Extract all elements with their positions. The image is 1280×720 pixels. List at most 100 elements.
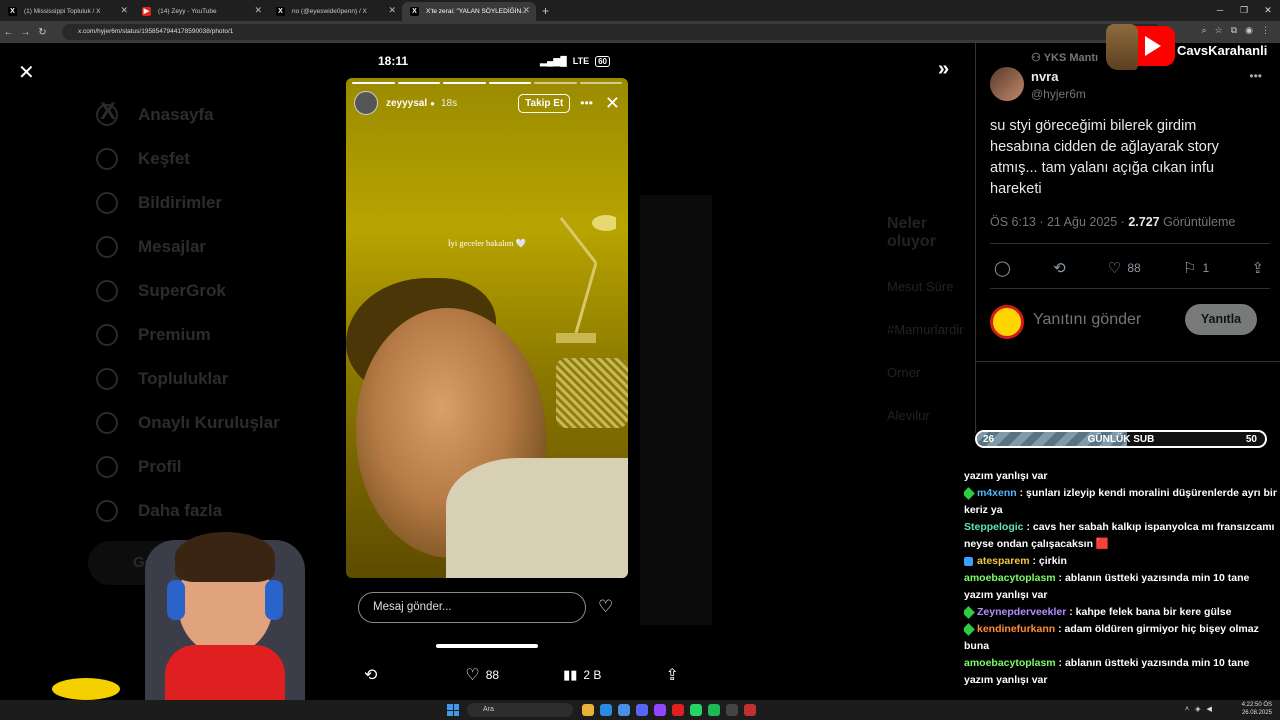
sub-goal-target: 50 — [1245, 434, 1257, 445]
nav-item[interactable]: Profil — [96, 445, 280, 489]
discord-icon[interactable] — [636, 704, 648, 716]
browser-tab[interactable]: X no (@eyeswide0penn) / X ✕ — [268, 2, 402, 21]
story-caption: İyi geceler bakalım 🤍 — [447, 238, 527, 248]
chat-username: Zeynepderveekler — [977, 606, 1067, 618]
reply-input[interactable]: Yanıtını gönder — [1033, 311, 1141, 329]
network-label: LTE — [572, 56, 590, 66]
follow-button[interactable]: Takip Et — [518, 93, 571, 113]
chevron-up-icon[interactable]: ˄ — [1185, 702, 1189, 718]
nav-item[interactable]: Anasayfa — [96, 93, 280, 137]
nav-item[interactable]: Bildirimler — [96, 181, 280, 225]
progress-segment — [352, 82, 395, 84]
view-count: 2.727 — [1128, 215, 1160, 229]
tab-title: no (@eyeswide0penn) / X — [292, 8, 367, 15]
nav-item[interactable]: SuperGrok — [96, 269, 280, 313]
app-icon[interactable] — [744, 704, 756, 716]
chat-message: m4xenn : şunları izleyip kendi moralini … — [964, 485, 1280, 519]
sub-goal-bar: 26 GÜNLÜK SUB 50 — [975, 430, 1267, 448]
story-username[interactable]: zeyyysal — [386, 98, 427, 109]
media-action-bar: ⟲ ♡ 88 ▮▮ 2 B ⇪ — [346, 660, 736, 690]
close-tab-icon[interactable]: ✕ — [388, 5, 396, 16]
browser-tab[interactable]: ▶ (14) Zeyy - YouTube ✕ — [134, 2, 268, 21]
obs-icon[interactable] — [726, 704, 738, 716]
reply-submit-button[interactable]: Yanıtla — [1185, 304, 1257, 335]
back-icon[interactable]: ← — [0, 27, 17, 38]
whatsapp-icon[interactable] — [690, 704, 702, 716]
heart-icon[interactable]: ♡ — [598, 597, 613, 617]
share-button[interactable]: ⇪ — [665, 665, 678, 685]
avatar[interactable] — [354, 91, 378, 115]
author-name[interactable]: nvra — [1031, 69, 1058, 84]
more-icon[interactable]: ••• — [580, 96, 593, 110]
maximize-icon[interactable]: ❐ — [1232, 0, 1256, 21]
reply-button[interactable]: ◯ — [994, 259, 1011, 277]
story-message-input[interactable]: Mesaj gönder... — [358, 592, 586, 623]
windows-start-icon[interactable] — [447, 704, 459, 716]
new-tab-button[interactable]: + — [542, 4, 549, 18]
expand-panel-icon[interactable]: » — [938, 58, 949, 81]
nav-item[interactable]: Topluluklar — [96, 357, 280, 401]
app-icon[interactable] — [672, 704, 684, 716]
nav-item[interactable]: Keşfet — [96, 137, 280, 181]
tab-title: (1) Mississippi Topluluk / X — [24, 8, 101, 15]
verified-icon: ● — [430, 98, 435, 108]
nav-item[interactable]: Mesajlar — [96, 225, 280, 269]
spotify-icon[interactable] — [708, 704, 720, 716]
mail-icon — [96, 236, 118, 258]
avatar[interactable] — [990, 67, 1024, 101]
tweet-text: su styi göreceğimi bilerek girdim hesabı… — [990, 118, 1219, 197]
close-tab-icon[interactable]: ✕ — [522, 5, 530, 16]
browser-tab-active[interactable]: X X'te zerai: "YALAN SÖYLEDİĞİN... ✕ — [402, 2, 536, 21]
chat-message: atesparem : çirkin — [964, 553, 1280, 570]
photo-shirt — [446, 458, 628, 578]
reply-icon: ◯ — [994, 260, 1011, 277]
signal-icon: ▂▄▆█ — [540, 55, 567, 66]
like-button[interactable]: ♡ 88 — [1108, 259, 1141, 277]
author-handle[interactable]: @hyjer6m — [1031, 87, 1086, 101]
edge-icon[interactable] — [618, 704, 630, 716]
bookmark-button[interactable]: ⚐ 1 — [1183, 259, 1209, 277]
close-window-icon[interactable]: ✕ — [1256, 0, 1280, 21]
file-explorer-icon[interactable] — [582, 704, 594, 716]
nav-item[interactable]: Premium — [96, 313, 280, 357]
twitch-icon[interactable] — [654, 704, 666, 716]
taskbar-apps — [582, 704, 756, 716]
taskbar-search[interactable]: Ara — [467, 703, 573, 717]
grok-icon — [96, 280, 118, 302]
forward-icon[interactable]: → — [17, 27, 34, 38]
volume-icon[interactable]: ◀ — [1206, 702, 1211, 718]
story-screenshot[interactable]: 18:11 ▂▄▆█ LTE 60 zeyyysal ● 18s Takip E… — [346, 43, 628, 655]
views-button[interactable]: ▮▮ 2 B — [563, 667, 601, 683]
share-button[interactable]: ⇪ — [1251, 259, 1264, 277]
network-icon[interactable]: ◈ — [1195, 702, 1200, 718]
community-label[interactable]: ⚇ YKS Mantı — [1031, 51, 1098, 64]
story-time: 18s — [441, 97, 458, 109]
minimize-icon[interactable]: ─ — [1208, 0, 1232, 21]
reload-icon[interactable]: ↻ — [34, 27, 51, 38]
bell-icon — [96, 192, 118, 214]
chat-text: yazım yanlışı var — [964, 470, 1048, 482]
avatar-shirt — [165, 645, 285, 705]
taskbar-clock[interactable]: 4:22:50 ÖS 26.08.2025 — [1240, 701, 1272, 717]
tweet-meta: ÖS 6:13 · 21 Ağu 2025 · 2.727 Görüntülem… — [990, 215, 1235, 229]
tab-title: X'te zerai: "YALAN SÖYLEDİĞİN... — [426, 8, 527, 15]
nav-item[interactable]: Onaylı Kuruluşlar — [96, 401, 280, 445]
browser-tab[interactable]: X (1) Mississippi Topluluk / X ✕ — [0, 2, 134, 21]
repost-button[interactable]: ⟲ — [1053, 259, 1066, 277]
home-icon — [96, 104, 118, 126]
close-icon[interactable]: ✕ — [605, 93, 620, 114]
repost-icon: ⟲ — [1053, 260, 1066, 277]
photo-chair — [556, 358, 628, 428]
bookmark-icon: ⚐ — [1182, 260, 1197, 277]
phone-status-icons: ▂▄▆█ LTE 60 — [540, 55, 610, 67]
close-tab-icon[interactable]: ✕ — [254, 5, 262, 16]
chrome-icon[interactable] — [600, 704, 612, 716]
like-button[interactable]: ♡ 88 — [465, 665, 499, 685]
repost-button[interactable]: ⟲ — [364, 665, 377, 685]
tweet-timestamp[interactable]: ÖS 6:13 · 21 Ağu 2025 · — [990, 215, 1125, 229]
url-input[interactable]: x.com/hyjer6m/status/1958547944178590038… — [62, 24, 1162, 40]
x-icon: X — [410, 7, 419, 16]
x-premium-icon — [96, 324, 118, 346]
close-tab-icon[interactable]: ✕ — [120, 5, 128, 16]
close-media-icon[interactable]: ✕ — [18, 60, 35, 85]
